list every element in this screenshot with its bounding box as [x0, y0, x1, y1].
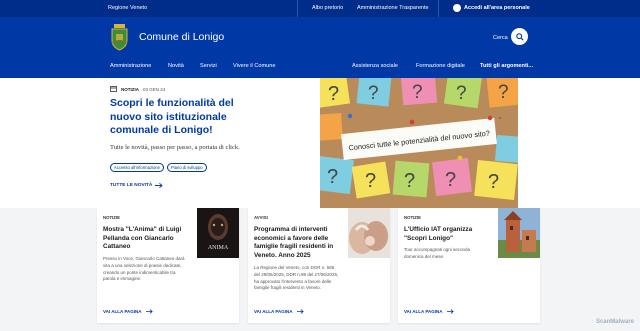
municipal-crest-icon[interactable]	[110, 24, 129, 51]
card-text: La Regione del Veneto, con DGR n. 585 de…	[254, 265, 339, 291]
card-thumbnail: ANIMA	[197, 208, 239, 258]
card-text: Presso in Voce, Giancarlo Cattaneo darà …	[103, 256, 185, 282]
card-category: NOTIZIE	[404, 215, 421, 220]
divider	[297, 0, 298, 17]
card-link-label: VAI ALLA PAGINA	[404, 309, 443, 314]
card-thumbnail	[348, 208, 390, 258]
card-title[interactable]: Programma di interventi economici a favo…	[254, 226, 342, 260]
site-title[interactable]: Comune di Lonigo	[139, 31, 224, 43]
search-button[interactable]	[511, 28, 528, 45]
card-thumbnail	[498, 208, 540, 258]
card-link[interactable]: VAI ALLA PAGINA	[404, 309, 454, 314]
nav-item-servizi[interactable]: Servizi	[200, 63, 217, 69]
calendar-icon	[110, 86, 117, 92]
all-news-link[interactable]: TUTTE LE NOVITÀ	[110, 183, 164, 188]
nav-item-formazione[interactable]: Formazione digitale	[416, 63, 465, 69]
svg-text:?: ?	[328, 83, 339, 105]
hero-description: Tutte le novità, passo per passo, a port…	[110, 144, 240, 151]
card-link-label: VAI ALLA PAGINA	[254, 309, 293, 314]
all-news-label: TUTTE LE NOVITÀ	[110, 183, 153, 188]
chip-accesso-informazione[interactable]: Accesso all'informazione	[110, 163, 164, 172]
svg-text:?: ?	[445, 169, 456, 191]
hero-date: 03 GEN 24	[143, 86, 166, 92]
card-link[interactable]: VAI ALLA PAGINA	[254, 309, 304, 314]
nav-item-assistenza[interactable]: Assistenza sociale	[352, 63, 398, 69]
sticky-note: ?	[320, 78, 351, 109]
news-card[interactable]: AVVISI Programma di interventi economici…	[248, 208, 390, 323]
svg-text:?: ?	[456, 83, 467, 104]
search-label: Cerca	[493, 35, 508, 41]
svg-text:?: ?	[368, 83, 379, 104]
trasparenza-link[interactable]: Amministrazione Trasparente	[357, 5, 429, 11]
arrow-right-icon	[155, 183, 164, 188]
chip-piano-sviluppo[interactable]: Piano di sviluppo	[166, 163, 207, 172]
search-icon	[515, 32, 524, 41]
hero-image: ? ? ? ? ? ? ? ? ? ? Conosci tutte le pot…	[320, 78, 518, 208]
main-nav: Amministrazione Novità Servizi Vivere il…	[0, 60, 640, 78]
svg-text:?: ?	[327, 166, 338, 188]
user-icon	[453, 4, 461, 12]
arrow-right-icon	[145, 309, 153, 314]
albo-pretorio-link[interactable]: Albo pretorio	[312, 5, 343, 11]
svg-text:?: ?	[404, 170, 415, 192]
region-link[interactable]: Regione Veneto	[108, 5, 147, 11]
site-header: Comune di Lonigo Cerca	[0, 17, 640, 60]
card-title[interactable]: L'Ufficio IAT organizza "Scopri Lonigo"	[404, 226, 492, 243]
divider	[438, 0, 439, 17]
arrow-right-icon	[296, 309, 304, 314]
svg-text:?: ?	[365, 170, 376, 192]
svg-text:?: ?	[498, 82, 509, 103]
card-text: Tour accompagnati ogni seconda domenica …	[404, 247, 471, 259]
hero-meta: NOTIZIA 03 GEN 24	[110, 86, 165, 92]
watermark: ScanMalware	[595, 319, 634, 325]
arrow-right-icon	[446, 309, 454, 314]
login-label: Accedi all'area personale	[464, 5, 530, 11]
card-category: AVVISI	[254, 215, 268, 220]
nav-item-tutti-argomenti[interactable]: Tutti gli argomenti...	[480, 63, 533, 69]
nav-item-vivere[interactable]: Vivere il Comune	[233, 63, 276, 69]
nav-item-amministrazione[interactable]: Amministrazione	[110, 63, 151, 69]
svg-text:?: ?	[412, 82, 423, 103]
news-card[interactable]: NOTIZIE Mostra "L'Anima" di Luigi Pellan…	[97, 208, 239, 323]
hero-title[interactable]: Scopri le funzionalità del nuovo sito is…	[110, 97, 260, 138]
hero-section: NOTIZIA 03 GEN 24 Scopri le funzionalità…	[0, 78, 640, 208]
thumb-caption: ANIMA	[208, 245, 229, 251]
svg-text:?: ?	[488, 171, 499, 193]
login-button[interactable]: Accedi all'area personale	[453, 4, 530, 12]
top-bar: Regione Veneto Albo pretorio Amministraz…	[0, 0, 640, 17]
card-link[interactable]: VAI ALLA PAGINA	[103, 309, 153, 314]
sticky-notes-image: ? ? ? ? ? ? ? ? ? ? Conosci tutte le pot…	[320, 78, 518, 208]
card-category: NOTIZIE	[103, 215, 120, 220]
card-title[interactable]: Mostra "L'Anima" di Luigi Pellanda con G…	[103, 226, 191, 252]
news-card[interactable]: NOTIZIE L'Ufficio IAT organizza "Scopri …	[398, 208, 540, 323]
nav-item-novita[interactable]: Novità	[168, 63, 184, 69]
hero-chips: Accesso all'informazione Piano di svilup…	[110, 163, 207, 172]
card-link-label: VAI ALLA PAGINA	[103, 309, 142, 314]
hero-category: NOTIZIA	[121, 86, 139, 92]
